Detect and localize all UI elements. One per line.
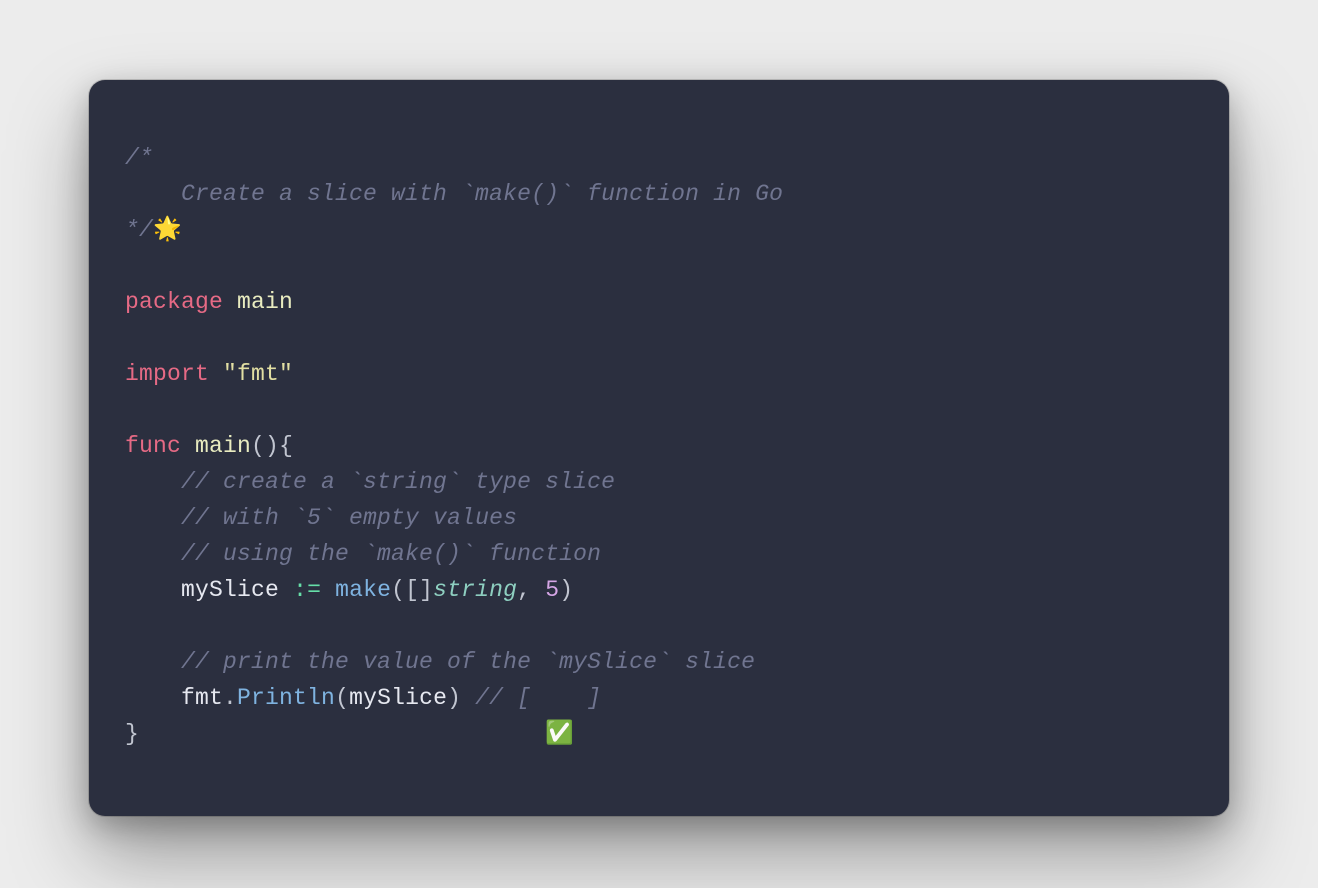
brace-close: } xyxy=(125,721,139,747)
comment-slice-2: // with `5` empty values xyxy=(181,505,517,531)
brace-open: { xyxy=(279,433,293,459)
op-short-decl: := xyxy=(293,577,321,603)
keyword-func: func xyxy=(125,433,181,459)
paren-open-2: ( xyxy=(335,685,349,711)
code-block: /* Create a slice with `make()` function… xyxy=(125,140,1193,752)
block-comment-body: Create a slice with `make()` function in… xyxy=(125,181,783,207)
call-make: make xyxy=(335,577,391,603)
bracket-pair: [] xyxy=(405,577,433,603)
indent xyxy=(125,685,181,711)
keyword-package: package xyxy=(125,289,223,315)
import-path: "fmt" xyxy=(223,361,293,387)
comment-print: // print the value of the `mySlice` slic… xyxy=(181,649,755,675)
keyword-import: import xyxy=(125,361,209,387)
indent xyxy=(125,649,181,675)
paren-close-2: ) xyxy=(447,685,461,711)
package-name: main xyxy=(237,289,293,315)
type-string: string xyxy=(433,577,517,603)
arg-myslice: mySlice xyxy=(349,685,447,711)
sparkle-icon: 🌟 xyxy=(153,217,182,243)
dot: . xyxy=(223,685,237,711)
indent xyxy=(125,469,181,495)
canvas-background: /* Create a slice with `make()` function… xyxy=(0,0,1318,888)
comment-slice-3: // using the `make()` function xyxy=(181,541,601,567)
code-card: /* Create a slice with `make()` function… xyxy=(89,80,1229,816)
call-println: Println xyxy=(237,685,335,711)
comma: , xyxy=(517,577,531,603)
func-parens: () xyxy=(251,433,279,459)
block-comment-close: */ xyxy=(125,217,153,243)
indent xyxy=(125,541,181,567)
paren-close: ) xyxy=(559,577,573,603)
indent xyxy=(125,577,181,603)
num-five: 5 xyxy=(545,577,559,603)
comment-output: // [ ] xyxy=(475,685,601,711)
ident-fmt: fmt xyxy=(181,685,223,711)
block-comment-open: /* xyxy=(125,145,153,171)
check-icon: ✅ xyxy=(545,721,574,747)
var-myslice: mySlice xyxy=(181,577,279,603)
comment-slice-1: // create a `string` type slice xyxy=(181,469,615,495)
paren-open: ( xyxy=(391,577,405,603)
func-name: main xyxy=(195,433,251,459)
indent xyxy=(125,505,181,531)
